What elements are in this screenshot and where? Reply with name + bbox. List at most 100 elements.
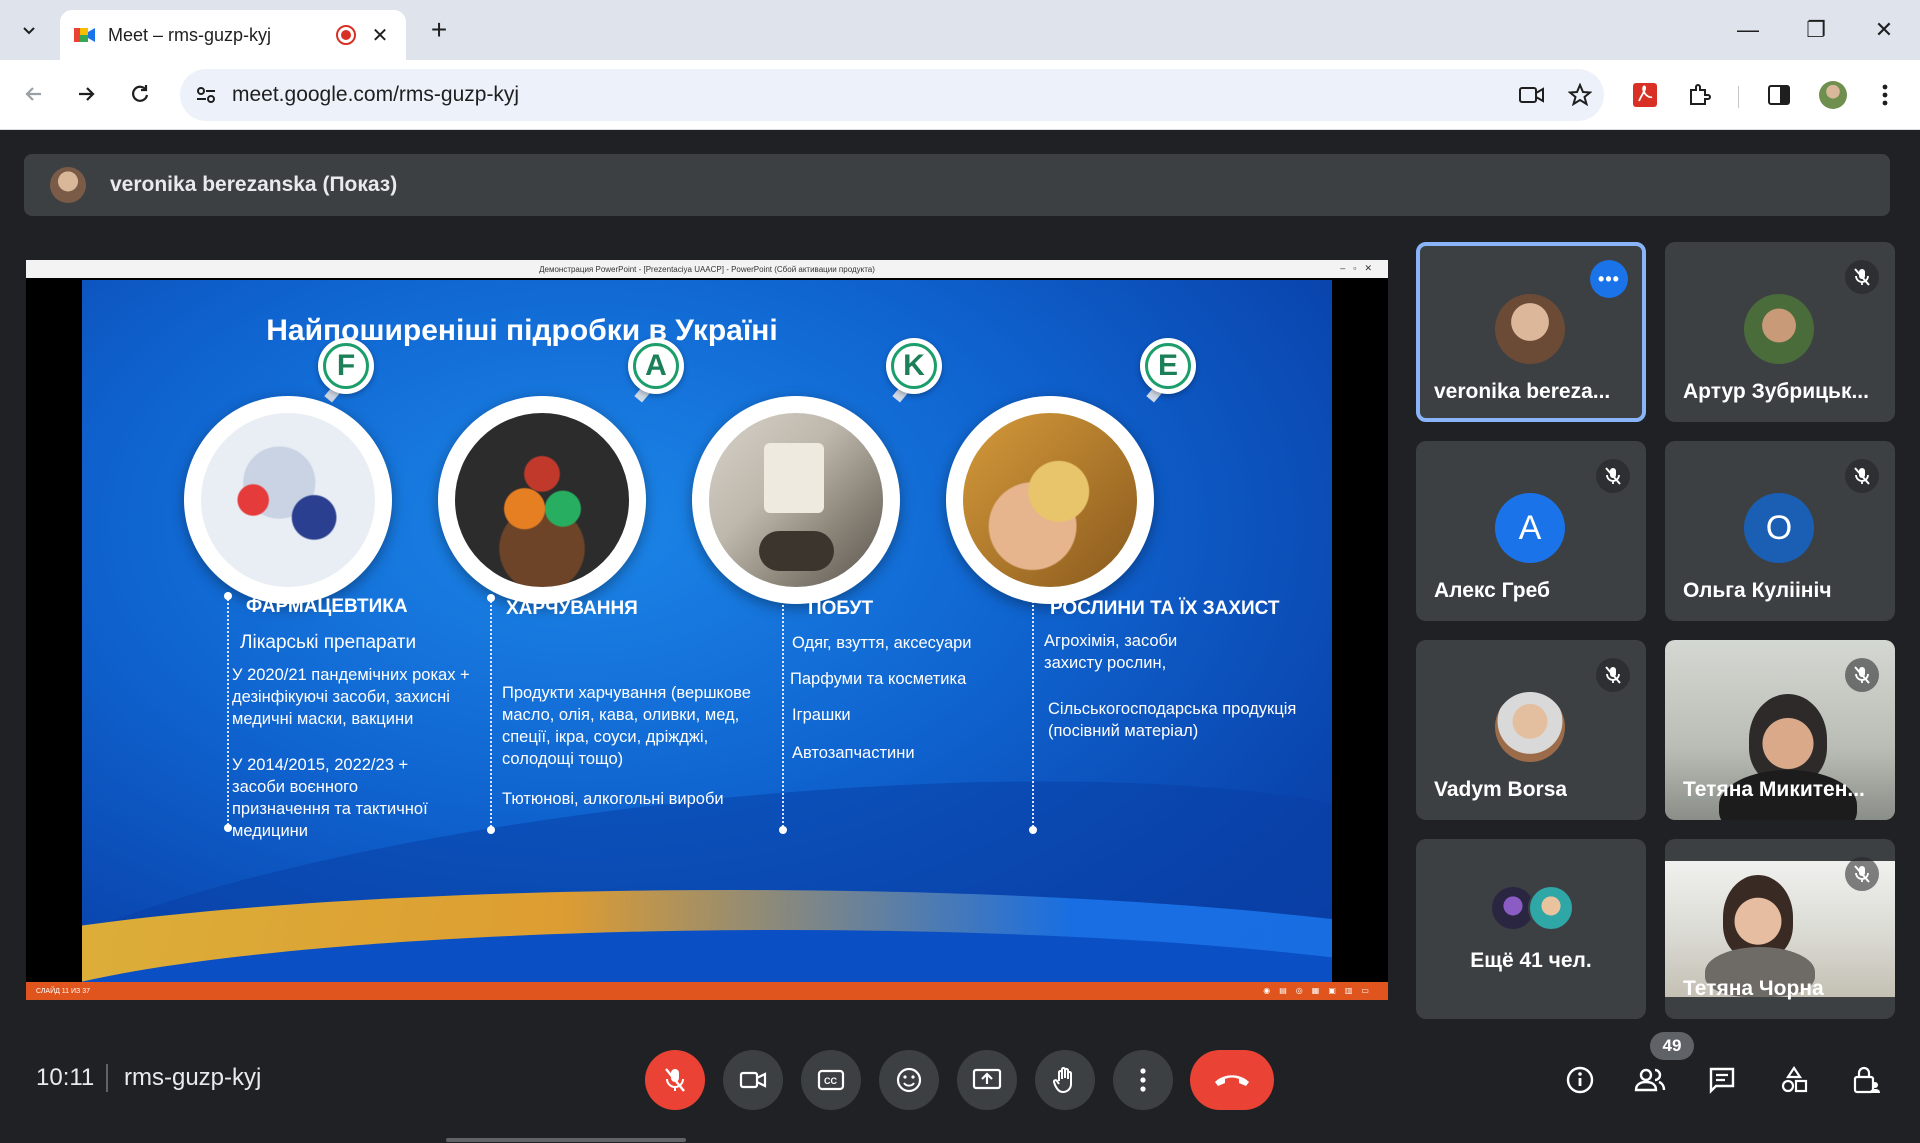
chat-button[interactable]	[1698, 1056, 1746, 1104]
more-vert-icon	[1140, 1068, 1146, 1092]
dotted-divider	[1032, 598, 1034, 830]
participant-avatar	[1495, 294, 1565, 364]
participant-name: veronika bereza...	[1434, 380, 1611, 403]
category-title: ХАРЧУВАННЯ	[506, 598, 638, 619]
category-item: Одяг, взуття, аксесуари	[792, 634, 972, 652]
tab-search-button[interactable]	[10, 12, 48, 48]
participant-name: Артур Зубрицьк...	[1683, 380, 1869, 403]
host-controls-button[interactable]	[1842, 1056, 1890, 1104]
divider-dot	[779, 594, 787, 602]
divider-dot	[224, 824, 232, 832]
mic-off-icon	[1596, 658, 1630, 692]
category-title: ПОБУТ	[808, 598, 874, 619]
tab-strip: Meet – rms-guzp-kyj ✕ + — ❐ ✕	[0, 0, 1920, 60]
extensions-puzzle-icon[interactable]	[1678, 74, 1720, 116]
reload-button[interactable]	[120, 74, 160, 114]
window-close-button[interactable]: ✕	[1854, 10, 1914, 50]
browser-menu-icon[interactable]	[1864, 74, 1906, 116]
category-item: Продукти харчування (вершкове масло, олі…	[502, 684, 751, 768]
camera-toggle-button[interactable]	[723, 1050, 783, 1110]
category-badge: K	[886, 338, 942, 394]
participant-tile[interactable]: ••• veronika bereza...	[1416, 242, 1646, 422]
participant-tile[interactable]: О Ольга Куліініч	[1665, 441, 1895, 621]
participant-video-tile[interactable]: Тетяна Микитен...	[1665, 640, 1895, 820]
browser-tab-meet[interactable]: Meet – rms-guzp-kyj ✕	[60, 10, 406, 60]
tab-close-button[interactable]: ✕	[368, 23, 392, 48]
tab-title: Meet – rms-guzp-kyj	[108, 24, 272, 45]
slide-counter: СЛАЙД 11 ИЗ 37	[36, 987, 91, 995]
category-title: ФАРМАЦЕВТИКА	[246, 596, 408, 617]
category-item: Парфуми та косметика	[790, 670, 967, 688]
clock-separator	[106, 1064, 108, 1092]
reactions-button[interactable]	[879, 1050, 939, 1110]
category-item: Іграшки	[792, 706, 851, 724]
divider-dot	[1029, 826, 1037, 834]
divider-dot	[487, 594, 495, 602]
back-button[interactable]	[14, 74, 54, 114]
category-image-frame	[692, 396, 900, 604]
info-icon	[1566, 1066, 1594, 1094]
people-button[interactable]	[1626, 1056, 1674, 1104]
divider-dot	[487, 826, 495, 834]
present-screen-button[interactable]	[957, 1050, 1017, 1110]
divider-dot	[779, 826, 787, 834]
category-item: У 2014/2015, 2022/23 + засоби воєнного п…	[232, 756, 428, 840]
people-icon	[1634, 1068, 1666, 1092]
category-badge: A	[628, 338, 684, 394]
clothing-accessories-image	[709, 413, 883, 587]
participant-tile[interactable]: А Алекс Греб	[1416, 441, 1646, 621]
leave-call-button[interactable]	[1190, 1050, 1274, 1110]
profile-avatar[interactable]	[1812, 74, 1854, 116]
toolbar-separator	[1738, 86, 1739, 108]
more-options-button[interactable]	[1113, 1050, 1173, 1110]
mic-off-icon	[1845, 260, 1879, 294]
shared-screen[interactable]: Демонстрация PowerPoint - [Prezentaciya …	[26, 260, 1388, 1000]
mic-off-icon	[1596, 459, 1630, 493]
participant-name: Vadym Borsa	[1434, 778, 1568, 801]
slide-title: Найпоширеніші підробки в Україні	[266, 314, 778, 347]
more-options-button[interactable]: •••	[1590, 260, 1628, 298]
phone-hangup-icon	[1215, 1075, 1249, 1086]
meeting-details-button[interactable]	[1556, 1056, 1604, 1104]
powerpoint-statusbar: СЛАЙД 11 ИЗ 37 ◉▤◎▦▣▥▭	[26, 982, 1388, 1000]
chat-icon	[1709, 1067, 1735, 1094]
camera-icon	[739, 1071, 767, 1089]
activities-button[interactable]	[1770, 1056, 1818, 1104]
new-tab-button[interactable]: +	[422, 14, 456, 46]
category-image-frame	[438, 396, 646, 604]
raise-hand-button[interactable]	[1035, 1050, 1095, 1110]
bookmark-star-icon[interactable]	[1556, 71, 1604, 119]
pdf-extension-icon[interactable]	[1624, 74, 1666, 116]
window-restore-button[interactable]: ❐	[1786, 10, 1846, 50]
dotted-divider	[490, 598, 492, 830]
divider-dot	[1029, 594, 1037, 602]
arrow-left-icon	[25, 87, 41, 101]
camera-in-use-icon[interactable]	[1508, 71, 1556, 119]
window-minimize-button[interactable]: —	[1718, 10, 1778, 50]
powerpoint-status-icons: ◉▤◎▦▣▥▭	[1263, 986, 1378, 995]
forward-button[interactable]	[66, 74, 106, 114]
participant-name: Ольга Куліініч	[1683, 579, 1832, 602]
presenter-name: veronika berezanska (Показ)	[110, 173, 398, 196]
site-settings-icon[interactable]	[180, 69, 232, 121]
category-badge: E	[1140, 338, 1196, 394]
dotted-divider	[227, 596, 229, 828]
category-item: У 2020/21 пандемічних роках + дезінфікую…	[232, 666, 470, 728]
mic-off-icon	[1845, 658, 1879, 692]
side-panel-icon[interactable]	[1758, 74, 1800, 116]
mic-toggle-button[interactable]	[645, 1050, 705, 1110]
participant-tile[interactable]: Vadym Borsa	[1416, 640, 1646, 820]
category-image-frame	[184, 396, 392, 604]
address-bar[interactable]: meet.google.com/rms-guzp-kyj	[180, 69, 1604, 121]
participant-tile[interactable]: Артур Зубрицьк...	[1665, 242, 1895, 422]
participant-video-tile[interactable]: Тетяна Чорна	[1665, 839, 1895, 1019]
presenter-avatar	[50, 167, 86, 203]
category-title: РОСЛИНИ ТА ЇХ ЗАХИСТ	[1050, 598, 1280, 619]
category-item: Агрохімія, засоби захисту рослин,	[1044, 632, 1178, 672]
more-participants-label: Ещё 41 чел.	[1470, 949, 1592, 972]
participant-avatar	[1744, 294, 1814, 364]
captions-button[interactable]: CC	[801, 1050, 861, 1110]
dotted-divider	[782, 598, 784, 830]
more-participants-tile[interactable]: Ещё 41 чел.	[1416, 839, 1646, 1019]
presenter-banner: veronika berezanska (Показ)	[24, 154, 1890, 216]
